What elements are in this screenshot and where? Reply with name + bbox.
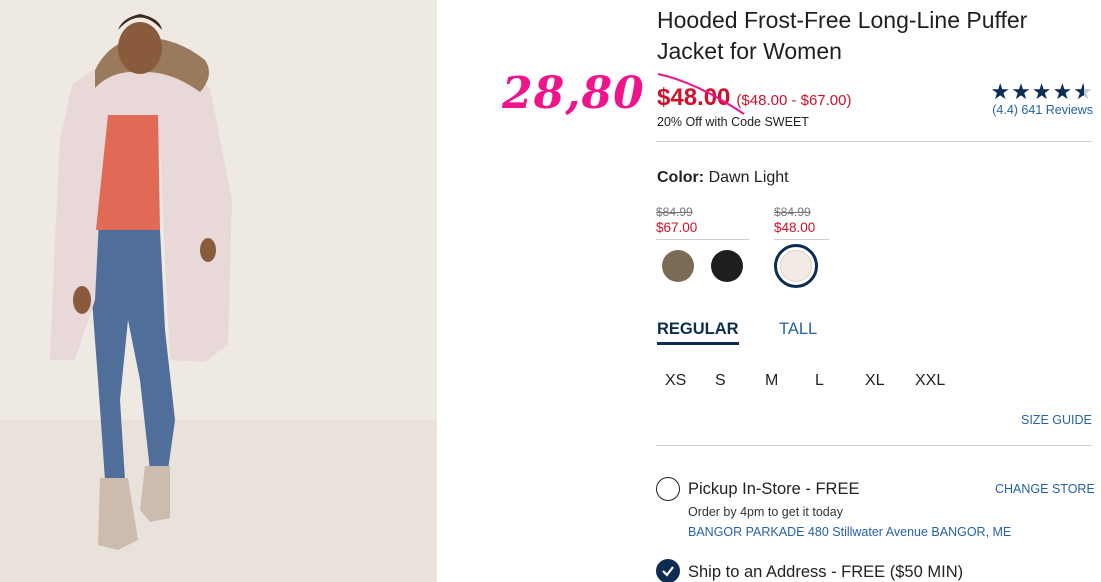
size-option[interactable]: M (757, 372, 807, 390)
promo-text: 20% Off with Code SWEET (657, 115, 809, 129)
tab-regular[interactable]: REGULAR (657, 320, 739, 345)
star-icon: ★ (1052, 79, 1073, 104)
swatch-price-group: $84.99 $67.00 (656, 205, 749, 240)
checkmark-icon (662, 566, 674, 577)
size-selector: XS S M L XL XXL (657, 372, 957, 390)
color-swatch-dawn-light[interactable] (774, 244, 818, 288)
color-label-key: Color: (657, 169, 705, 186)
size-option[interactable]: XL (857, 372, 907, 390)
swatch-price-group: $84.99 $48.00 (774, 205, 829, 240)
divider (656, 445, 1092, 446)
store-address-link[interactable]: BANGOR PARKADE 480 Stillwater Avenue BAN… (688, 525, 1011, 539)
size-option[interactable]: S (707, 372, 757, 390)
tab-tall[interactable]: TALL (779, 320, 817, 339)
color-swatch-black[interactable] (711, 250, 743, 282)
product-image[interactable] (0, 0, 437, 582)
divider (656, 141, 1092, 142)
rating-block[interactable]: ★ ★ ★ ★ ★ (4.4) 641 Reviews (978, 79, 1093, 118)
star-icon: ★ (990, 79, 1011, 104)
original-price: $84.99 (656, 205, 693, 219)
handwritten-price-annotation: 28,80 (502, 68, 645, 119)
color-swatch-olive[interactable] (662, 250, 694, 282)
size-guide-link[interactable]: SIZE GUIDE (1021, 413, 1092, 427)
price-range: ($48.00 - $67.00) (736, 92, 852, 109)
star-rating: ★ ★ ★ ★ ★ (978, 79, 1093, 104)
change-store-link[interactable]: CHANGE STORE (995, 482, 1095, 496)
color-label: Color: Dawn Light (657, 169, 789, 187)
pickup-subtitle: Order by 4pm to get it today (688, 505, 843, 519)
sale-price: $67.00 (656, 220, 698, 235)
reviews-link[interactable]: (4.4) 641 Reviews (978, 103, 1093, 117)
swatch-fill (780, 250, 812, 282)
half-star-icon: ★ (1073, 81, 1093, 103)
star-icon: ★ (1011, 79, 1031, 104)
color-selected-name: Dawn Light (708, 169, 789, 186)
ship-title: Ship to an Address - FREE ($50 MIN) (688, 563, 964, 581)
ship-radio[interactable] (656, 559, 680, 582)
product-title: Hooded Frost-Free Long-Line Puffer Jacke… (657, 7, 1028, 64)
pickup-title: Pickup In-Store - FREE (688, 480, 860, 498)
sale-price: $48.00 (774, 220, 816, 235)
size-option[interactable]: XXL (907, 372, 957, 390)
size-option[interactable]: L (807, 372, 857, 390)
price-row: $48.00 ($48.00 - $67.00) (657, 84, 851, 112)
original-price: $84.99 (774, 205, 811, 219)
star-icon: ★ (1031, 79, 1052, 104)
sale-price: $48.00 (657, 84, 731, 111)
size-option[interactable]: XS (657, 372, 707, 390)
pickup-radio[interactable] (656, 477, 680, 501)
